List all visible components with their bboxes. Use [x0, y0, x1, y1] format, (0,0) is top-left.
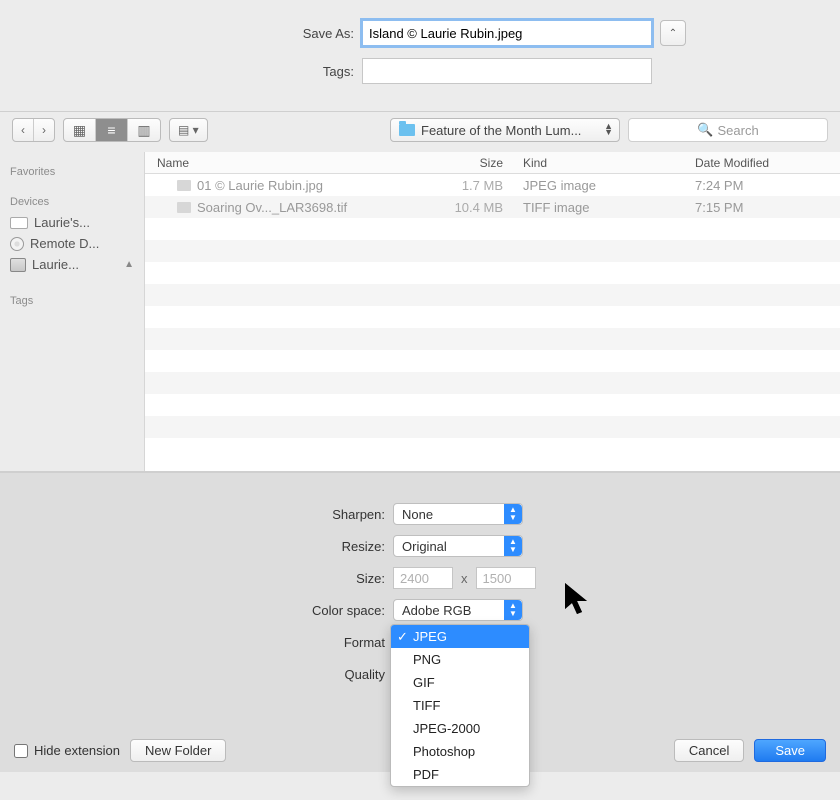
harddrive-icon: [10, 258, 26, 272]
sidebar-item-device[interactable]: Remote D...: [0, 233, 144, 254]
search-placeholder: Search: [717, 123, 758, 138]
chevron-up-icon[interactable]: ⌃: [660, 20, 686, 46]
new-folder-button[interactable]: New Folder: [130, 739, 226, 762]
chevron-updown-icon: ▲▼: [504, 536, 522, 556]
forward-button[interactable]: ›: [34, 119, 54, 141]
colorspace-label: Color space:: [25, 603, 385, 618]
search-input[interactable]: 🔍 Search: [628, 118, 828, 142]
disc-icon: [10, 237, 24, 251]
col-date-header[interactable]: Date Modified: [675, 156, 840, 170]
width-input[interactable]: [393, 567, 453, 589]
dropdown-item[interactable]: GIF: [391, 671, 529, 694]
format-dropdown[interactable]: JPEG PNG GIF TIFF JPEG-2000 Photoshop PD…: [390, 624, 530, 787]
table-row[interactable]: 01 © Laurie Rubin.jpg 1.7 MB JPEG image …: [145, 174, 840, 196]
colorspace-select[interactable]: Adobe RGB ▲▼: [393, 599, 523, 621]
quality-label: Quality: [25, 667, 385, 682]
sidebar-item-device[interactable]: Laurie... ▲: [0, 254, 144, 275]
folder-label: Feature of the Month Lum...: [421, 123, 581, 138]
hide-extension-box[interactable]: [14, 744, 28, 758]
sidebar-item-label: Laurie...: [32, 257, 79, 272]
list-view-button[interactable]: ≡: [96, 119, 128, 141]
dropdown-item[interactable]: JPEG: [391, 625, 529, 648]
view-toggle[interactable]: ▦ ≡ ▥: [63, 118, 161, 142]
col-kind-header[interactable]: Kind: [515, 156, 675, 170]
resize-select[interactable]: Original ▲▼: [393, 535, 523, 557]
cursor-icon: [563, 581, 593, 617]
sharpen-label: Sharpen:: [25, 507, 385, 522]
column-view-button[interactable]: ▥: [128, 119, 160, 141]
search-icon: 🔍: [697, 122, 713, 138]
file-list-header: Name Size Kind Date Modified: [145, 152, 840, 174]
save-button[interactable]: Save: [754, 739, 826, 762]
tags-input[interactable]: [362, 58, 652, 84]
col-size-header[interactable]: Size: [435, 156, 515, 170]
dropdown-item[interactable]: Photoshop: [391, 740, 529, 763]
dropdown-item[interactable]: JPEG-2000: [391, 717, 529, 740]
format-label: Format: [25, 635, 385, 650]
chevron-updown-icon: ▲▼: [504, 504, 522, 524]
col-name-header[interactable]: Name: [145, 156, 435, 170]
file-icon: [177, 202, 191, 213]
group-by-button[interactable]: ▤ ▾: [169, 118, 208, 142]
saveas-input[interactable]: [362, 20, 652, 46]
dropdown-item[interactable]: PDF: [391, 763, 529, 786]
nav-back-forward[interactable]: ‹ ›: [12, 118, 55, 142]
sidebar: Favorites Devices Laurie's... Remote D..…: [0, 152, 145, 471]
laptop-icon: [10, 217, 28, 229]
dimension-separator: x: [461, 571, 468, 586]
hide-extension-checkbox[interactable]: Hide extension: [14, 743, 120, 758]
eject-icon[interactable]: ▲: [124, 259, 134, 270]
sidebar-favorites-header: Favorites: [0, 160, 144, 182]
sidebar-devices-header: Devices: [0, 190, 144, 212]
sidebar-item-label: Remote D...: [30, 236, 99, 251]
file-icon: [177, 180, 191, 191]
resize-label: Resize:: [25, 539, 385, 554]
cancel-button[interactable]: Cancel: [674, 739, 744, 762]
sidebar-item-label: Laurie's...: [34, 215, 90, 230]
sidebar-item-device[interactable]: Laurie's...: [0, 212, 144, 233]
saveas-label: Save As:: [154, 26, 354, 41]
dropdown-item[interactable]: PNG: [391, 648, 529, 671]
sharpen-select[interactable]: None ▲▼: [393, 503, 523, 525]
height-input[interactable]: [476, 567, 536, 589]
back-button[interactable]: ‹: [13, 119, 34, 141]
chevron-updown-icon: ▲▼: [604, 123, 613, 135]
icon-view-button[interactable]: ▦: [64, 119, 96, 141]
sidebar-tags-header: Tags: [0, 289, 144, 311]
folder-location-popup[interactable]: Feature of the Month Lum... ▲▼: [390, 118, 620, 142]
table-row[interactable]: Soaring Ov..._LAR3698.tif 10.4 MB TIFF i…: [145, 196, 840, 218]
folder-icon: [399, 124, 415, 136]
chevron-updown-icon: ▲▼: [504, 600, 522, 620]
dropdown-item[interactable]: TIFF: [391, 694, 529, 717]
tags-label: Tags:: [154, 64, 354, 79]
size-label: Size:: [25, 571, 385, 586]
